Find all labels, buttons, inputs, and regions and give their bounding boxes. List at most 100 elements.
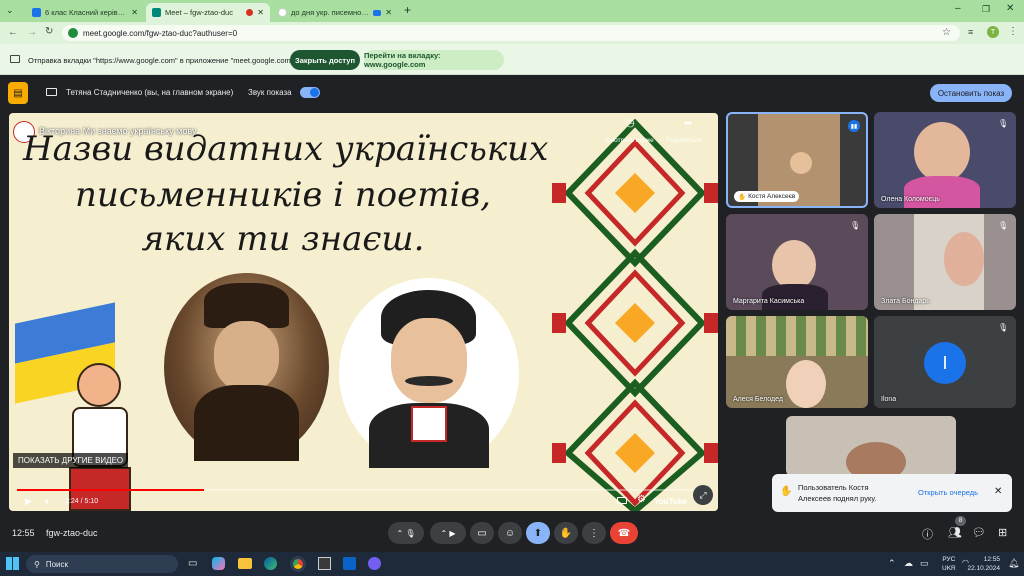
chrome-icon[interactable]	[290, 556, 306, 572]
camera-button[interactable]: ⌃ ▶	[430, 522, 466, 544]
info-icon[interactable]: ⓘ	[922, 526, 933, 542]
participant-name: Алеся Белодед	[733, 396, 783, 403]
browser-tab-strip: ⌄ 6 клас Класний керівник Кузь ✕ Meet – …	[0, 0, 1024, 22]
fullscreen-icon[interactable]: ⤢	[693, 485, 713, 505]
task-view-icon[interactable]: ▭	[188, 558, 197, 569]
media-controls-icon[interactable]: ≡	[968, 27, 973, 37]
outlook-icon[interactable]	[343, 557, 356, 570]
captions-icon[interactable]	[617, 497, 627, 504]
chat-icon[interactable]: 💬︎	[972, 526, 986, 539]
copilot-icon[interactable]	[212, 557, 225, 570]
participant-name: Злата Бондарь	[881, 298, 930, 305]
raised-hand-notification: ✋ Пользователь Костя Алексеев поднял рук…	[772, 474, 1012, 512]
participant-tile[interactable]: Алеся Белодед	[726, 316, 868, 408]
open-queue-button[interactable]: Открыть очередь	[918, 488, 978, 497]
tab-3[interactable]: до дня укр. писемності та ✕	[272, 3, 398, 22]
close-icon[interactable]: ✕	[994, 486, 1002, 497]
tab-2[interactable]: Meet – fgw-ztao-duc ✕	[146, 3, 270, 22]
embroidery-ornament	[552, 113, 718, 511]
site-info-icon[interactable]	[68, 28, 78, 38]
volume-icon[interactable]: 🔈︎	[45, 496, 50, 507]
close-window-icon[interactable]: ✕	[1006, 3, 1014, 14]
self-view-tile[interactable]	[786, 416, 956, 476]
portrait-shevchenko	[164, 273, 329, 461]
taskbar-search[interactable]: ⚲ Поиск	[26, 555, 178, 573]
captions-button[interactable]: ▭	[470, 522, 494, 544]
language-indicator[interactable]: РУС UKR	[942, 555, 956, 573]
new-tab-icon[interactable]: +	[404, 3, 411, 17]
bookmark-star-icon[interactable]: ☆	[942, 27, 951, 38]
tray-chevron-icon[interactable]: ⌃	[888, 558, 896, 569]
tab-search-icon[interactable]: ⌄	[6, 5, 18, 17]
tab-1[interactable]: 6 клас Класний керівник Кузь ✕	[26, 3, 144, 22]
edge-icon[interactable]	[264, 557, 277, 570]
notifications-icon[interactable]: 🔔︎	[1008, 558, 1019, 569]
share-tab-icon	[10, 55, 20, 63]
settings-icon[interactable]: ⚙	[637, 494, 646, 505]
menu-icon[interactable]: ⋮	[1008, 26, 1018, 37]
meet-favicon	[152, 8, 161, 17]
close-icon[interactable]: ✕	[385, 8, 392, 17]
tray-network-icon[interactable]: ▭	[920, 558, 929, 569]
participant-tile[interactable]: I Ilona 🎙︎	[874, 316, 1016, 408]
participant-tile[interactable]: Злата Бондарь 🎙︎	[874, 214, 1016, 310]
share-icon[interactable]: ➦	[684, 118, 692, 129]
emoji-button[interactable]: ☺	[498, 522, 522, 544]
back-icon[interactable]: ←	[8, 27, 18, 38]
watch-later-label: Смотреть позже	[605, 137, 654, 144]
meeting-controls-bar: 12:55 fgw-ztao-duc ⌃ 🎙︎ ⌃ ▶ ▭ ☺ ⬆ ✋ ⋮ ☎ …	[0, 516, 1024, 548]
address-bar[interactable]: meet.google.com/fgw-ztao-duc?authuser=0	[62, 25, 960, 41]
portrait-franko	[339, 278, 519, 468]
forward-icon[interactable]: →	[27, 27, 37, 38]
close-icon[interactable]: ✕	[257, 8, 264, 17]
raised-hand-icon: ✋	[780, 486, 793, 497]
mic-off-icon: 🎙︎	[998, 221, 1009, 230]
mic-button[interactable]: ⌃ 🎙︎	[388, 522, 424, 544]
minimize-icon[interactable]: –	[955, 3, 961, 14]
cast-icon	[373, 9, 382, 16]
presenter-label: Тетяна Стадниченко (вы, на главном экран…	[66, 88, 234, 97]
youtube-logo[interactable]: YouTube	[654, 497, 687, 506]
participant-tile[interactable]: Олена Коломоєць 🎙︎	[874, 112, 1016, 208]
clock-time: 12:55	[983, 556, 1000, 563]
sound-toggle[interactable]	[300, 87, 320, 98]
leave-call-button[interactable]: ☎	[610, 522, 638, 544]
presenting-badge-icon: ▤	[8, 82, 28, 104]
participant-name: Олена Коломоєць	[881, 196, 940, 203]
participant-name: Ilona	[881, 396, 897, 403]
participant-tile[interactable]: Маргарита Касимська 🎙︎	[726, 214, 868, 310]
viber-icon[interactable]	[368, 557, 381, 570]
slide-title-line-1: Назви видатних українських	[23, 129, 549, 169]
raise-hand-button[interactable]: ✋	[554, 522, 578, 544]
stop-presenting-button[interactable]: Остановить показ	[930, 84, 1012, 102]
video-time: 1:24 / 5:10	[65, 498, 99, 505]
url-text: meet.google.com/fgw-ztao-duc?authuser=0	[83, 28, 238, 38]
activities-icon[interactable]: ⊞	[998, 526, 1007, 539]
show-more-videos-button[interactable]: ПОКАЗАТЬ ДРУГИЕ ВИДЕО	[13, 453, 129, 468]
clock[interactable]: 12:55 22.10.2024	[960, 555, 1000, 573]
meeting-time: 12:55	[12, 528, 35, 538]
raised-hand-icon: ✋	[738, 193, 747, 201]
participant-tile[interactable]: ✋ Костя Алексеєв ▮▮	[726, 112, 868, 208]
stop-sharing-button[interactable]: Закрыть доступ	[290, 50, 360, 70]
present-button[interactable]: ⬆	[526, 522, 550, 544]
file-explorer-icon[interactable]	[238, 558, 252, 569]
more-options-button[interactable]: ⋮	[582, 522, 606, 544]
sound-label: Звук показа	[248, 88, 292, 97]
tray-cloud-icon[interactable]: ☁	[904, 558, 913, 569]
shared-video[interactable]: Вікторина Ми знаємо українську мову ◷ ➦ …	[9, 113, 718, 511]
start-icon[interactable]	[6, 557, 19, 570]
close-icon[interactable]: ✕	[131, 8, 138, 17]
mic-off-icon: 🎙︎	[998, 323, 1009, 332]
store-icon[interactable]	[318, 557, 331, 570]
infobar-message: Отправка вкладки "https://www.google.com…	[28, 56, 300, 65]
maximize-icon[interactable]: ❐	[982, 4, 990, 15]
reload-icon[interactable]: ↻	[45, 26, 53, 37]
watch-later-icon[interactable]: ◷	[626, 118, 635, 129]
profile-avatar[interactable]: Т	[987, 26, 999, 38]
play-icon[interactable]: ▶	[25, 496, 32, 507]
people-icon[interactable]: 👥︎	[948, 526, 962, 539]
present-screen-icon	[46, 88, 57, 96]
go-to-tab-button[interactable]: Перейти на вкладку: www.google.com	[364, 50, 504, 70]
video-progress-track[interactable]	[17, 489, 709, 491]
